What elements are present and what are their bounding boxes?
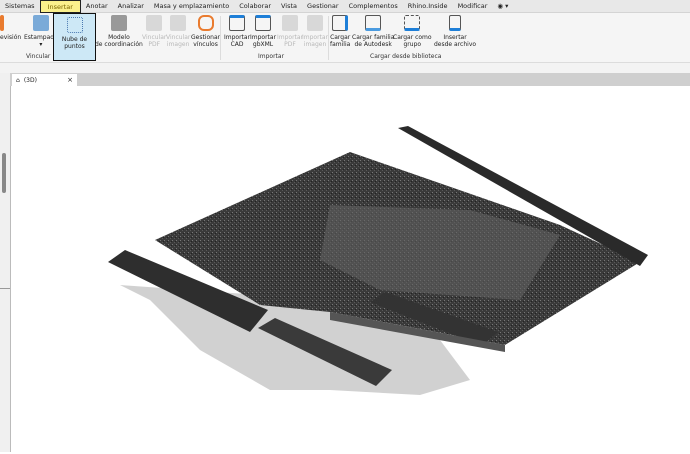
group-importar-label: Importar	[258, 53, 285, 60]
point-cloud-icon	[66, 17, 83, 33]
importar-pdf-button[interactable]: Importar PDF	[277, 15, 303, 48]
insertar-desde-archivo-button[interactable]: Insertar desde archivo	[434, 15, 476, 48]
close-tab-icon[interactable]: ×	[67, 76, 73, 84]
cargar-familia-button[interactable]: Cargar familia	[330, 15, 350, 48]
gestionar-vinculos-button[interactable]: Gestionar vínculos	[191, 15, 220, 48]
menu-masa[interactable]: Masa y emplazamiento	[149, 0, 234, 13]
modelo-coordinacion-button[interactable]: Modelo de coordinación	[95, 15, 143, 48]
pdf-link-icon	[146, 15, 163, 31]
import-image-icon	[307, 15, 324, 31]
menu-insertar[interactable]: Insertar	[39, 0, 81, 13]
group-cargar-label: Cargar desde biblioteca	[370, 53, 442, 60]
point-cloud	[108, 126, 648, 395]
tab-label: (3D)	[23, 76, 37, 84]
coordination-model-icon	[110, 15, 127, 31]
ribbon: evisión Estampado ▾ Nube de puntos Modelo d…	[0, 13, 690, 63]
ribbon-spacer	[0, 63, 690, 73]
estampado-icon	[32, 15, 49, 31]
menu-complementos[interactable]: Complementos	[344, 0, 403, 13]
importar-imagen-button[interactable]: Importar imagen	[302, 15, 328, 48]
3d-viewport[interactable]	[12, 86, 690, 452]
insert-file-icon	[449, 15, 462, 31]
manage-links-icon	[197, 15, 214, 31]
scrollbar-thumb[interactable]	[2, 153, 6, 193]
tab-3d-view[interactable]: ⌂ (3D) ×	[12, 74, 77, 86]
import-gbxml-icon	[255, 15, 272, 31]
load-family-icon	[332, 15, 349, 31]
image-link-icon	[170, 15, 187, 31]
menu-colaborar[interactable]: Colaborar	[234, 0, 276, 13]
home-icon: ⌂	[16, 76, 20, 84]
importar-gbxml-button[interactable]: Importar gbXML	[250, 15, 276, 48]
menu-analizar[interactable]: Analizar	[113, 0, 149, 13]
group-vincular-label: Vincular	[26, 53, 51, 60]
cargar-como-grupo-button[interactable]: Cargar como grupo	[393, 15, 432, 48]
menu-anotar[interactable]: Anotar	[81, 0, 113, 13]
import-pdf-icon	[282, 15, 299, 31]
revision-icon	[0, 15, 4, 31]
menu-bar: Sistemas Insertar Anotar Analizar Masa y…	[0, 0, 690, 13]
autodesk-family-icon	[365, 15, 382, 31]
menu-extra[interactable]: ◉ ▾	[492, 0, 513, 13]
revision-button[interactable]: evisión	[0, 15, 21, 41]
vincular-pdf-button[interactable]: Vincular PDF	[142, 15, 166, 48]
import-cad-icon	[229, 15, 246, 31]
separator	[328, 16, 329, 60]
separator	[220, 16, 221, 60]
divider	[0, 288, 10, 289]
nube-de-puntos-button[interactable]: Nube de puntos	[53, 13, 96, 61]
load-group-icon	[404, 15, 421, 31]
menu-rhino-inside[interactable]: Rhino.Inside	[403, 0, 453, 13]
vincular-imagen-button[interactable]: Vincular imagen	[166, 15, 190, 48]
menu-gestionar[interactable]: Gestionar	[302, 0, 344, 13]
cargar-familia-autodesk-button[interactable]: Cargar familia de Autodesk	[352, 15, 394, 48]
properties-panel	[0, 73, 11, 452]
view-tab-bar: ⌂ (3D) ×	[10, 73, 690, 86]
importar-cad-button[interactable]: Importar CAD	[224, 15, 250, 48]
menu-vista[interactable]: Vista	[276, 0, 302, 13]
menu-sistemas[interactable]: Sistemas	[0, 0, 40, 13]
menu-modificar[interactable]: Modificar	[453, 0, 493, 13]
